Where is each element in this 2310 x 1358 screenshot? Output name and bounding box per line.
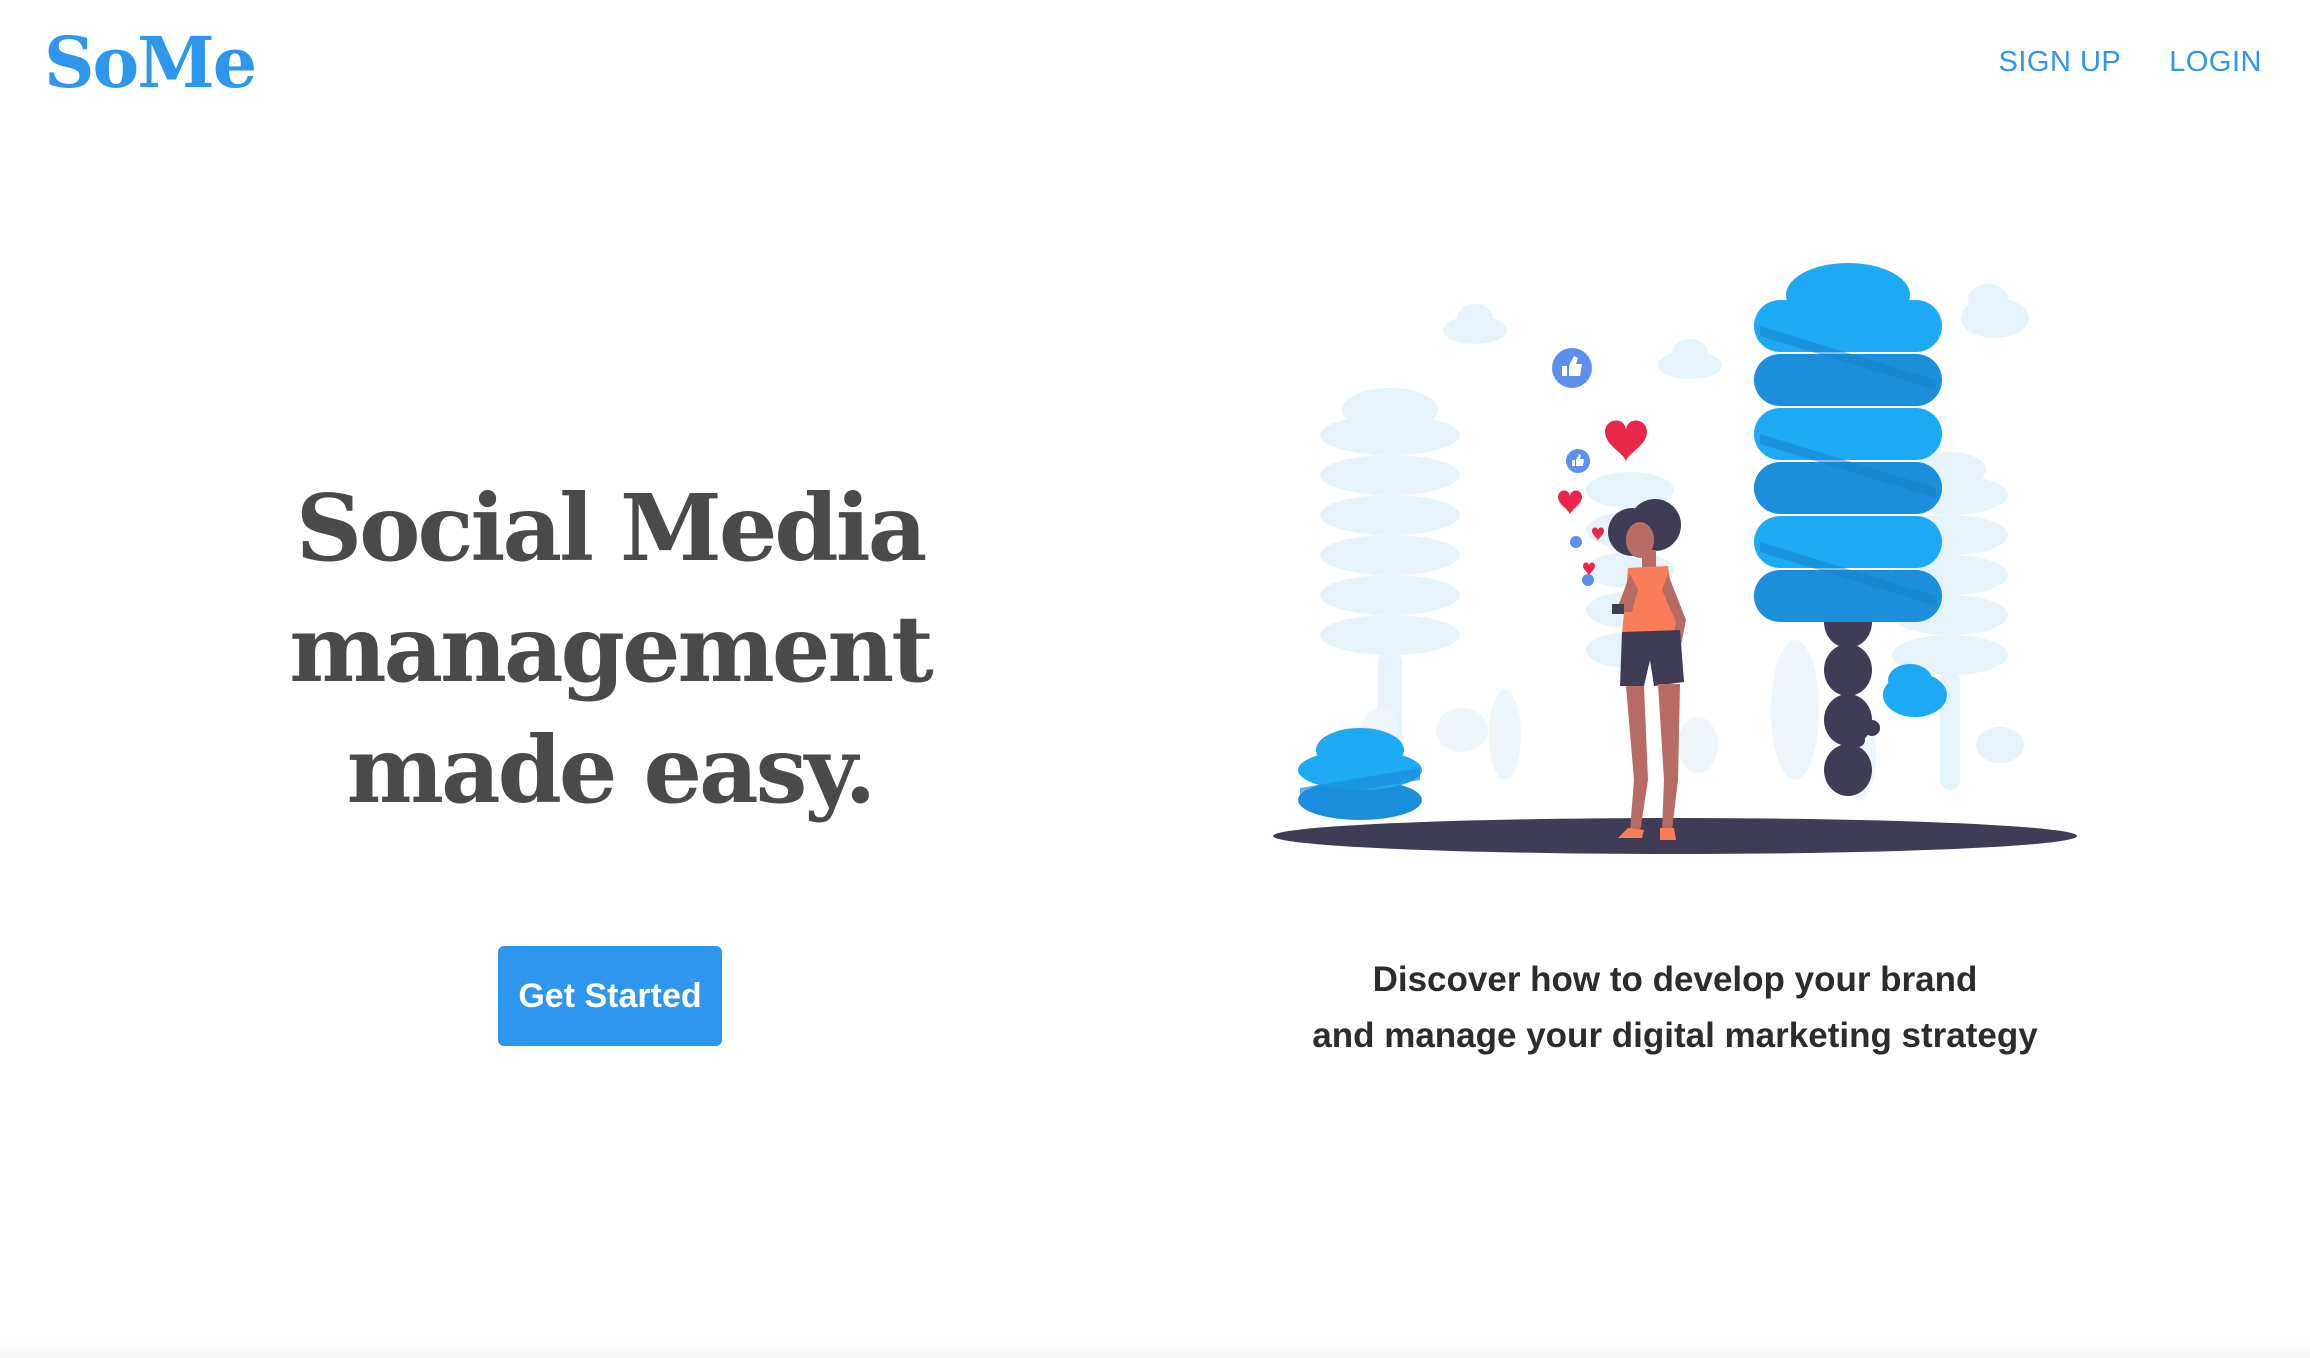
- thumbs-up-icon: [1570, 536, 1594, 586]
- tagline-line-1: Discover how to develop your brand: [1372, 960, 1978, 999]
- thumbs-up-icon: [1552, 348, 1592, 388]
- headline-line-1: Social Media: [295, 474, 928, 582]
- headline-line-2: management: [289, 595, 934, 703]
- get-started-button[interactable]: Get Started: [498, 946, 722, 1046]
- hero-tagline: Discover how to develop your brand and m…: [1260, 952, 2090, 1064]
- hero-headline: Social Media management made easy.: [240, 468, 980, 831]
- signup-link[interactable]: SIGN UP: [1999, 44, 2122, 80]
- tagline-line-2: and manage your digital marketing strate…: [1312, 1016, 2038, 1055]
- landing-page: SoMe SIGN UP LOGIN Social Media manageme…: [0, 0, 2310, 1358]
- login-link[interactable]: LOGIN: [2169, 44, 2262, 80]
- headline-line-3: made easy.: [346, 716, 877, 824]
- blue-bush: [1298, 728, 1422, 820]
- top-nav: SIGN UP LOGIN: [1999, 44, 2263, 80]
- brand-logo[interactable]: SoMe: [44, 28, 257, 98]
- hero-illustration: [1273, 263, 2077, 854]
- woman-figure: [1608, 499, 1686, 840]
- thumbs-up-icon: [1566, 449, 1590, 473]
- footer-divider: [0, 1340, 2310, 1358]
